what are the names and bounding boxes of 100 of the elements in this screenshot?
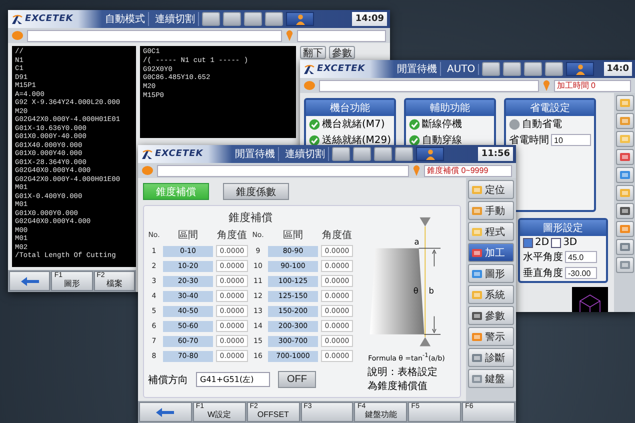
toolbar-button[interactable] <box>503 62 522 76</box>
direction-dropdown[interactable]: G41+G51(左) <box>196 372 270 387</box>
clock: 14:09 <box>352 12 387 26</box>
pin-icon <box>286 30 293 41</box>
logo: EXCETEK <box>141 148 229 160</box>
clock: 11:56 <box>478 147 513 161</box>
logo: EXCETEK <box>303 64 391 74</box>
field-label: 補償方向 <box>148 374 188 386</box>
status-field[interactable]: 錐度補償 0~9999 <box>424 164 512 176</box>
menu-button[interactable] <box>616 239 634 255</box>
table-title: 錐度補償 <box>228 210 274 225</box>
toolbar-button[interactable] <box>482 62 500 76</box>
toolbar-button[interactable] <box>524 62 542 76</box>
back-button[interactable] <box>9 271 50 291</box>
function-icon <box>619 187 631 199</box>
person-icon <box>426 148 434 160</box>
column-header: 區間 <box>282 229 304 242</box>
command-field[interactable] <box>27 30 282 42</box>
status-light-icon <box>142 166 153 175</box>
back-arrow-icon <box>156 408 174 416</box>
column-header: 角度值 <box>321 228 353 242</box>
function-icon <box>471 204 483 216</box>
column-header: 區間 <box>177 229 199 242</box>
function-icon <box>619 169 631 181</box>
mode-label: 閒置待機 <box>394 62 441 76</box>
user-button[interactable] <box>566 62 594 76</box>
diagram-label: b <box>428 286 434 296</box>
option-label: 2D <box>535 237 550 248</box>
status-light-icon <box>12 31 23 40</box>
function-icon <box>471 268 483 280</box>
function-icon <box>471 226 483 238</box>
menu-button[interactable] <box>616 167 634 183</box>
menu-button[interactable]: 參數 <box>468 306 514 325</box>
radio-button[interactable] <box>523 238 533 248</box>
menu-button[interactable]: 定位 <box>468 180 514 199</box>
mode-label: 連續切割 <box>282 147 329 161</box>
menu-button[interactable]: 程式 <box>468 222 514 241</box>
back-arrow-icon <box>20 276 39 286</box>
function-icon <box>619 205 631 217</box>
diagram-label: a <box>414 236 419 247</box>
menu-button[interactable]: 圖形 <box>468 264 514 283</box>
function-icon <box>471 372 483 384</box>
time-field[interactable]: 10 <box>551 134 591 146</box>
option-label: 送絲就緒(M29) <box>322 134 391 147</box>
command-field[interactable] <box>319 80 539 92</box>
mode-label: AUTO <box>444 64 480 74</box>
panel-title: 圖形設定 <box>520 220 606 236</box>
page-down-button[interactable]: 翻下 <box>300 46 326 59</box>
option-label: 3D <box>563 237 578 248</box>
option-label: 自動省電 <box>522 118 562 131</box>
option-label: 自動穿線 <box>422 134 462 147</box>
clock: 14:0 <box>604 62 632 76</box>
person-icon <box>296 14 304 24</box>
toolbar-button[interactable] <box>545 62 564 76</box>
field-label: 垂直角度 <box>523 266 563 280</box>
function-icon <box>619 97 631 109</box>
function-icon <box>471 246 483 258</box>
angle-field[interactable]: 45.0 <box>565 251 597 263</box>
menu-button[interactable]: 警示 <box>468 327 514 346</box>
person-icon <box>576 64 585 74</box>
back-button[interactable] <box>139 402 192 422</box>
parameter-button[interactable]: 參數 <box>329 46 355 59</box>
option-label: 斷線停機 <box>422 118 462 131</box>
function-icon <box>471 352 483 364</box>
menu-button[interactable] <box>616 149 634 165</box>
panel-title: 機台功能 <box>306 100 394 116</box>
pin-icon <box>542 80 550 91</box>
mode-label: 連續切割 <box>152 12 199 26</box>
angle-field[interactable]: -30.00 <box>565 267 597 279</box>
logo-icon <box>11 14 23 24</box>
mode-label: 自動模式 <box>102 12 149 26</box>
panel-title: 省電設定 <box>506 100 594 116</box>
menu-button[interactable]: 系統 <box>468 285 514 304</box>
option-label: 機台就緒(M7) <box>322 118 385 131</box>
command-field[interactable] <box>157 164 409 176</box>
status-light-icon <box>304 81 315 90</box>
menu-button[interactable]: 診斷 <box>468 348 514 367</box>
logo-icon <box>141 148 153 160</box>
note-text: 說明：表格設定為錐度補償值 <box>368 366 438 394</box>
tab[interactable]: 錐度係數 <box>223 183 289 200</box>
radio-button[interactable] <box>551 238 562 248</box>
user-button[interactable] <box>286 12 314 26</box>
menu-button[interactable]: 手動 <box>468 201 514 220</box>
code-editor[interactable] <box>12 46 136 267</box>
function-icon <box>471 288 483 300</box>
user-button[interactable] <box>416 147 444 161</box>
menu-button[interactable] <box>616 257 634 273</box>
menu-button[interactable]: 加工 <box>468 243 514 262</box>
column-header: 角度值 <box>216 228 248 242</box>
field-label: 水平角度 <box>523 250 563 264</box>
function-icon <box>619 151 631 163</box>
status-field[interactable]: 加工時間 0 <box>554 80 631 92</box>
function-icon <box>619 241 631 253</box>
off-button[interactable]: OFF <box>278 371 316 388</box>
menu-button[interactable] <box>616 203 634 219</box>
function-icon <box>471 310 483 322</box>
menu-button[interactable]: 鍵盤 <box>468 369 514 388</box>
function-icon <box>619 115 631 127</box>
value-field[interactable] <box>297 30 386 42</box>
panel-title: 輔助功能 <box>406 100 494 116</box>
